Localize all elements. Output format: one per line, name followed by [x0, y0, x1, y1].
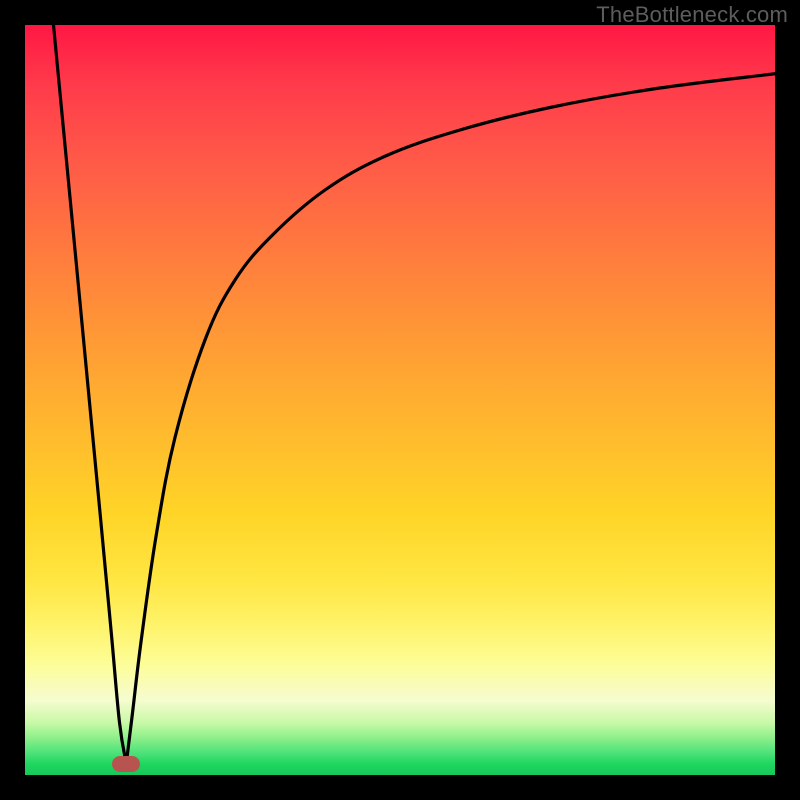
- optimum-marker: [112, 756, 140, 772]
- outer-frame: TheBottleneck.com: [0, 0, 800, 800]
- plot-area: [25, 25, 775, 775]
- watermark-text: TheBottleneck.com: [596, 2, 788, 28]
- bottleneck-curve-path: [54, 25, 776, 764]
- bottleneck-curve: [25, 25, 775, 775]
